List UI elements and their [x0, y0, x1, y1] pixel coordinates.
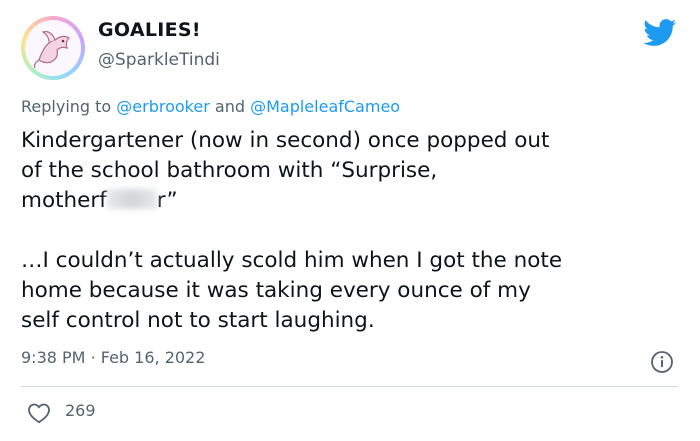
- twitter-bird-icon[interactable]: [643, 19, 677, 47]
- timestamp-separator: ·: [90, 348, 96, 367]
- reply-joiner: and: [214, 97, 245, 116]
- tweet-time: 9:38 PM: [21, 348, 86, 367]
- author-handle[interactable]: @SparkleTindi: [98, 50, 220, 70]
- author-display-name[interactable]: GOALIES!: [98, 19, 201, 41]
- info-icon[interactable]: [650, 350, 674, 374]
- reply-prefix: Replying to: [21, 97, 112, 116]
- censored-blur: [106, 189, 157, 209]
- reply-context: Replying to @erbrooker and @MapleleafCam…: [21, 97, 400, 116]
- tweet-date: Feb 16, 2022: [100, 348, 206, 367]
- tweet-text: Kindergartener (now in second) once popp…: [21, 126, 681, 336]
- mention-link-erbrooker[interactable]: @erbrooker: [116, 97, 210, 116]
- divider: [21, 386, 678, 387]
- dragon-icon: [33, 31, 70, 69]
- avatar[interactable]: [21, 16, 85, 80]
- mention-link-mapleleafcameo[interactable]: @MapleleafCameo: [250, 97, 400, 116]
- avatar-image: [25, 20, 81, 76]
- like-count: 269: [65, 401, 96, 420]
- tweet-timestamp[interactable]: 9:38 PM · Feb 16, 2022: [21, 348, 205, 367]
- tweet-text-part-1: Kindergartener (now in second) once popp…: [21, 128, 550, 213]
- heart-icon[interactable]: [27, 402, 51, 424]
